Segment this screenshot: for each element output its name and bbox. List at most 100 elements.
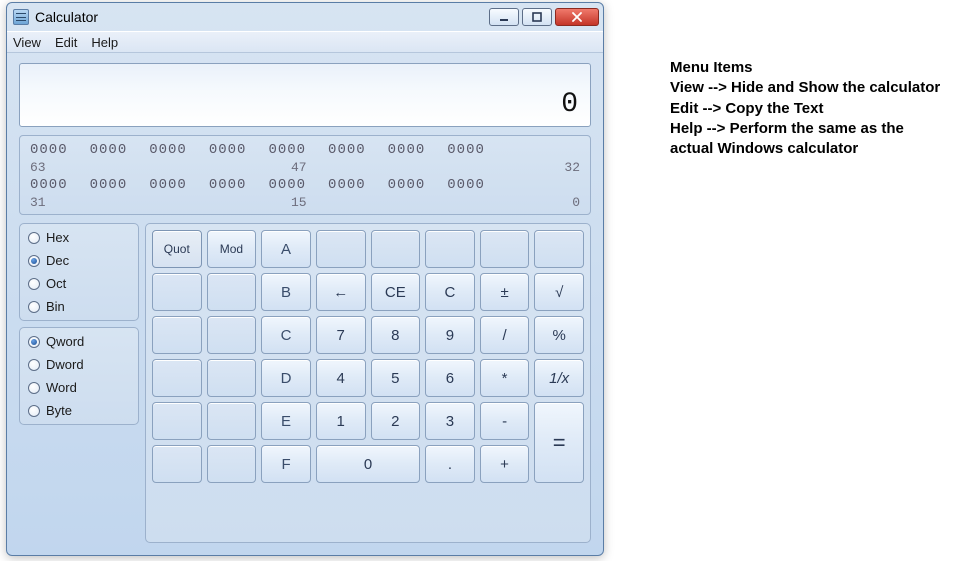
- blank-button[interactable]: [207, 445, 257, 483]
- divide-button[interactable]: /: [480, 316, 530, 354]
- bit-group: 0000: [209, 177, 247, 193]
- quot-button[interactable]: Quot: [152, 230, 202, 268]
- key-1[interactable]: 1: [316, 402, 366, 440]
- mod-button[interactable]: Mod: [207, 230, 257, 268]
- radio-hex[interactable]: Hex: [28, 230, 130, 245]
- blank-button[interactable]: [152, 445, 202, 483]
- maximize-button[interactable]: [522, 8, 552, 26]
- blank-button[interactable]: [207, 402, 257, 440]
- key-d[interactable]: D: [261, 359, 311, 397]
- key-e[interactable]: E: [261, 402, 311, 440]
- bit-group: 0000: [268, 142, 306, 158]
- clear-entry-button[interactable]: CE: [371, 273, 421, 311]
- blank-button[interactable]: [152, 273, 202, 311]
- close-button[interactable]: [555, 8, 599, 26]
- bit-group: 0000: [388, 177, 426, 193]
- key-8[interactable]: 8: [371, 316, 421, 354]
- bit-index: 15: [46, 195, 552, 210]
- key-3[interactable]: 3: [425, 402, 475, 440]
- key-a[interactable]: A: [261, 230, 311, 268]
- blank-button[interactable]: [207, 273, 257, 311]
- left-column: Hex Dec Oct Bin Qword Dword Word Byte: [19, 223, 139, 543]
- key-2[interactable]: 2: [371, 402, 421, 440]
- blank-button[interactable]: [152, 316, 202, 354]
- bit-group: 0000: [149, 142, 187, 158]
- bit-group: 0000: [90, 177, 128, 193]
- key-4[interactable]: 4: [316, 359, 366, 397]
- base-group: Hex Dec Oct Bin: [19, 223, 139, 321]
- keypad-panel: Quot Mod A B ← CE C ± √: [145, 223, 591, 543]
- blank-button[interactable]: [425, 230, 475, 268]
- reciprocal-button[interactable]: 1/x: [534, 359, 584, 397]
- radio-bin[interactable]: Bin: [28, 299, 130, 314]
- blank-button[interactable]: [534, 230, 584, 268]
- keypad-grid: Quot Mod A B ← CE C ± √: [152, 230, 584, 536]
- key-b[interactable]: B: [261, 273, 311, 311]
- radio-byte[interactable]: Byte: [28, 403, 130, 418]
- radio-label: Dword: [46, 357, 84, 372]
- subtract-button[interactable]: -: [480, 402, 530, 440]
- bit-group: 0000: [447, 177, 485, 193]
- radio-label: Dec: [46, 253, 69, 268]
- blank-button[interactable]: [480, 230, 530, 268]
- key-9[interactable]: 9: [425, 316, 475, 354]
- radio-dword[interactable]: Dword: [28, 357, 130, 372]
- radio-qword[interactable]: Qword: [28, 334, 130, 349]
- bit-labels-1: 63 47 32: [30, 160, 580, 175]
- blank-button[interactable]: [207, 316, 257, 354]
- titlebar[interactable]: Calculator: [7, 3, 603, 31]
- bit-row-2: 0000 0000 0000 0000 0000 0000 0000 0000: [30, 177, 580, 193]
- menu-help[interactable]: Help: [91, 35, 118, 50]
- work-area: Hex Dec Oct Bin Qword Dword Word Byte Qu…: [19, 223, 591, 543]
- backspace-button[interactable]: ←: [316, 273, 366, 311]
- decimal-button[interactable]: .: [425, 445, 475, 483]
- annotation-line: actual Windows calculator: [670, 139, 940, 159]
- display-value: 0: [561, 89, 578, 120]
- menu-edit[interactable]: Edit: [55, 35, 77, 50]
- radio-word[interactable]: Word: [28, 380, 130, 395]
- bit-index: 32: [552, 160, 580, 175]
- percent-button[interactable]: %: [534, 316, 584, 354]
- bit-group: 0000: [328, 142, 366, 158]
- plus-minus-button[interactable]: ±: [480, 273, 530, 311]
- blank-button[interactable]: [207, 359, 257, 397]
- bit-group: 0000: [328, 177, 366, 193]
- key-6[interactable]: 6: [425, 359, 475, 397]
- blank-button[interactable]: [152, 402, 202, 440]
- radio-label: Word: [46, 380, 77, 395]
- bit-index: 31: [30, 195, 46, 210]
- blank-button[interactable]: [316, 230, 366, 268]
- clear-button[interactable]: C: [425, 273, 475, 311]
- equals-button[interactable]: =: [534, 402, 584, 483]
- key-c[interactable]: C: [261, 316, 311, 354]
- key-5[interactable]: 5: [371, 359, 421, 397]
- add-button[interactable]: +: [480, 445, 530, 483]
- radio-label: Qword: [46, 334, 84, 349]
- key-f[interactable]: F: [261, 445, 311, 483]
- radio-label: Bin: [46, 299, 65, 314]
- annotation-line: Help --> Perform the same as the: [670, 119, 940, 139]
- bit-group: 0000: [447, 142, 485, 158]
- bit-group: 0000: [388, 142, 426, 158]
- key-0[interactable]: 0: [316, 445, 420, 483]
- key-7[interactable]: 7: [316, 316, 366, 354]
- annotation-line: View --> Hide and Show the calculator: [670, 78, 940, 98]
- sqrt-button[interactable]: √: [534, 273, 584, 311]
- multiply-button[interactable]: *: [480, 359, 530, 397]
- bit-index: 0: [552, 195, 580, 210]
- minimize-button[interactable]: [489, 8, 519, 26]
- blank-button[interactable]: [152, 359, 202, 397]
- radio-oct[interactable]: Oct: [28, 276, 130, 291]
- radio-label: Oct: [46, 276, 66, 291]
- annotation-text: Menu Items View --> Hide and Show the ca…: [670, 58, 940, 159]
- radio-dec[interactable]: Dec: [28, 253, 130, 268]
- radio-label: Hex: [46, 230, 69, 245]
- menu-view[interactable]: View: [13, 35, 41, 50]
- bit-panel: 0000 0000 0000 0000 0000 0000 0000 0000 …: [19, 135, 591, 215]
- bit-group: 0000: [30, 177, 68, 193]
- word-group: Qword Dword Word Byte: [19, 327, 139, 425]
- result-display: 0: [19, 63, 591, 127]
- bit-index: 63: [30, 160, 46, 175]
- bit-group: 0000: [30, 142, 68, 158]
- blank-button[interactable]: [371, 230, 421, 268]
